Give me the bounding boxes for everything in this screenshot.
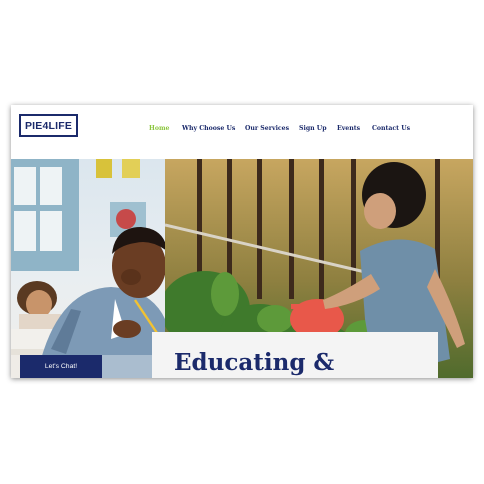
classroom-photo — [11, 159, 165, 378]
nav-our-services[interactable]: Our Services — [245, 125, 289, 132]
nav-home[interactable]: Home — [149, 125, 169, 132]
lets-chat-button[interactable]: Let's Chat! — [20, 355, 102, 378]
nav-contact-us[interactable]: Contact Us — [372, 125, 410, 132]
site-header: PIE4LIFE Home Why Choose Us Our Services… — [11, 105, 473, 159]
logo[interactable]: PIE4LIFE — [19, 114, 78, 137]
nav-sign-up[interactable]: Sign Up — [299, 125, 327, 132]
classroom-illustration — [11, 159, 165, 378]
nav-events[interactable]: Events — [337, 125, 360, 132]
nav-why-choose-us[interactable]: Why Choose Us — [182, 125, 235, 132]
hero-headline: Educating & — [174, 349, 335, 376]
website-frame: PIE4LIFE Home Why Choose Us Our Services… — [11, 105, 473, 378]
logo-text: PIE4LIFE — [24, 119, 73, 132]
hero-content-card: Educating & — [152, 332, 438, 378]
